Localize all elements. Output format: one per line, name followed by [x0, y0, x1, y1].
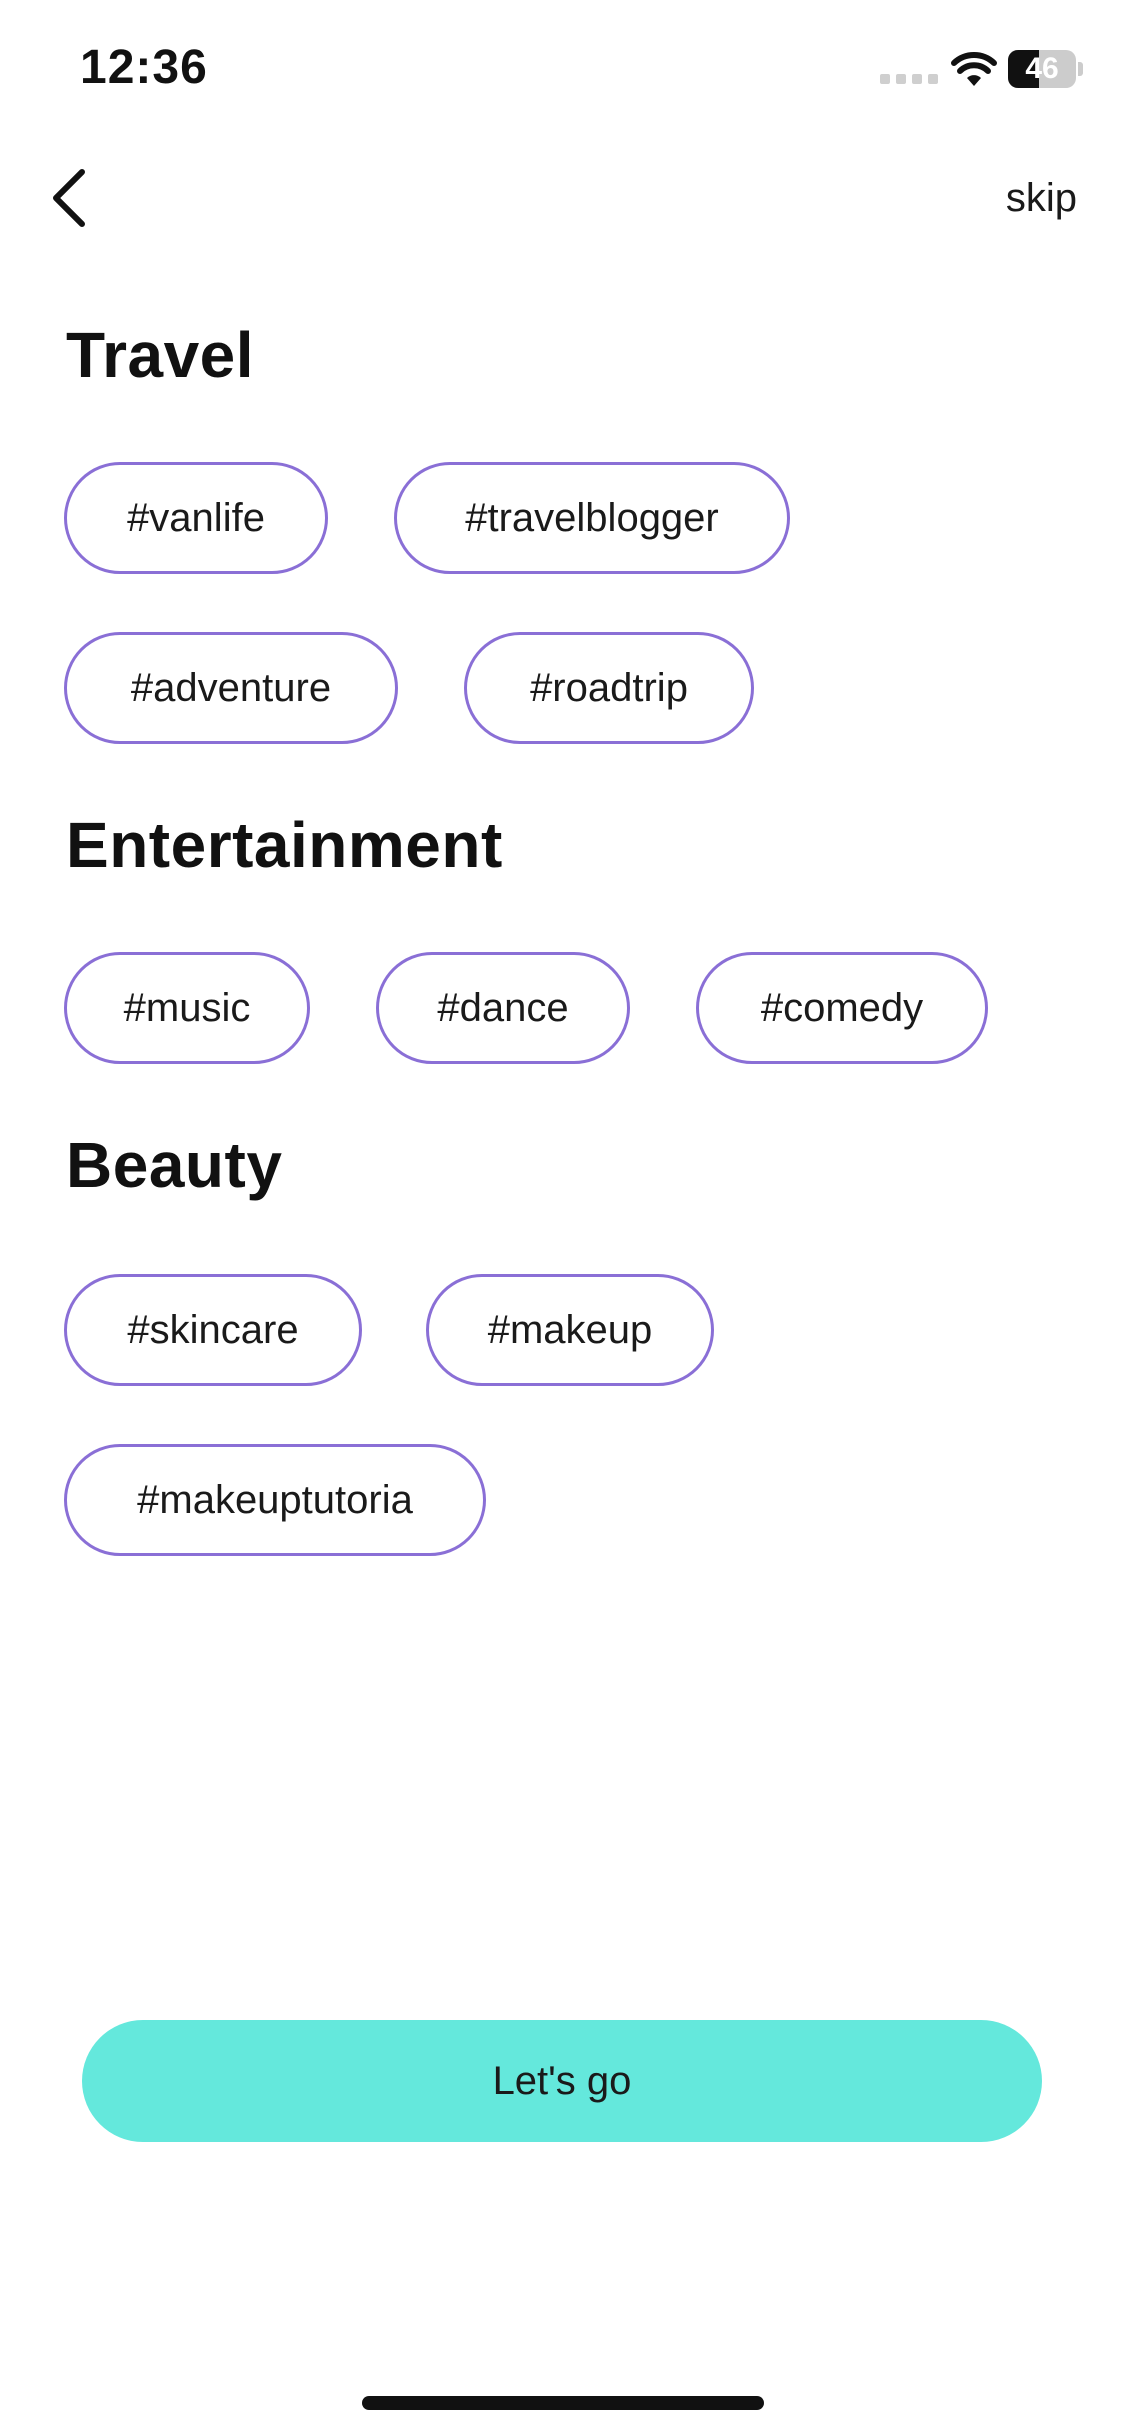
tag-chip[interactable]: #roadtrip	[464, 632, 754, 744]
tag-chip[interactable]: #adventure	[64, 632, 398, 744]
skip-button[interactable]: skip	[1006, 176, 1077, 221]
section-title-beauty: Beauty	[66, 1129, 283, 1201]
section-title-entertainment: Entertainment	[66, 809, 503, 881]
status-time: 12:36	[80, 41, 208, 94]
tag-chip[interactable]: #skincare	[64, 1274, 362, 1386]
cellular-signal-icon	[880, 74, 938, 84]
tag-chip[interactable]: #vanlife	[64, 462, 328, 574]
tag-chip[interactable]: #travelblogger	[394, 462, 790, 574]
tag-chip[interactable]: #comedy	[696, 952, 988, 1064]
battery-icon: 46	[1008, 50, 1076, 88]
battery-level: 46	[1025, 52, 1059, 85]
section-title-travel: Travel	[66, 319, 255, 391]
wifi-icon	[951, 52, 997, 86]
tag-chip[interactable]: #makeuptutoria	[64, 1444, 486, 1556]
tag-chip[interactable]: #music	[64, 952, 310, 1064]
tag-chip[interactable]: #dance	[376, 952, 630, 1064]
battery-cap	[1078, 62, 1083, 76]
chevron-left-icon[interactable]	[42, 162, 98, 234]
home-indicator[interactable]	[362, 2396, 764, 2410]
lets-go-button[interactable]: Let's go	[82, 2020, 1042, 2142]
tag-chip[interactable]: #makeup	[426, 1274, 714, 1386]
